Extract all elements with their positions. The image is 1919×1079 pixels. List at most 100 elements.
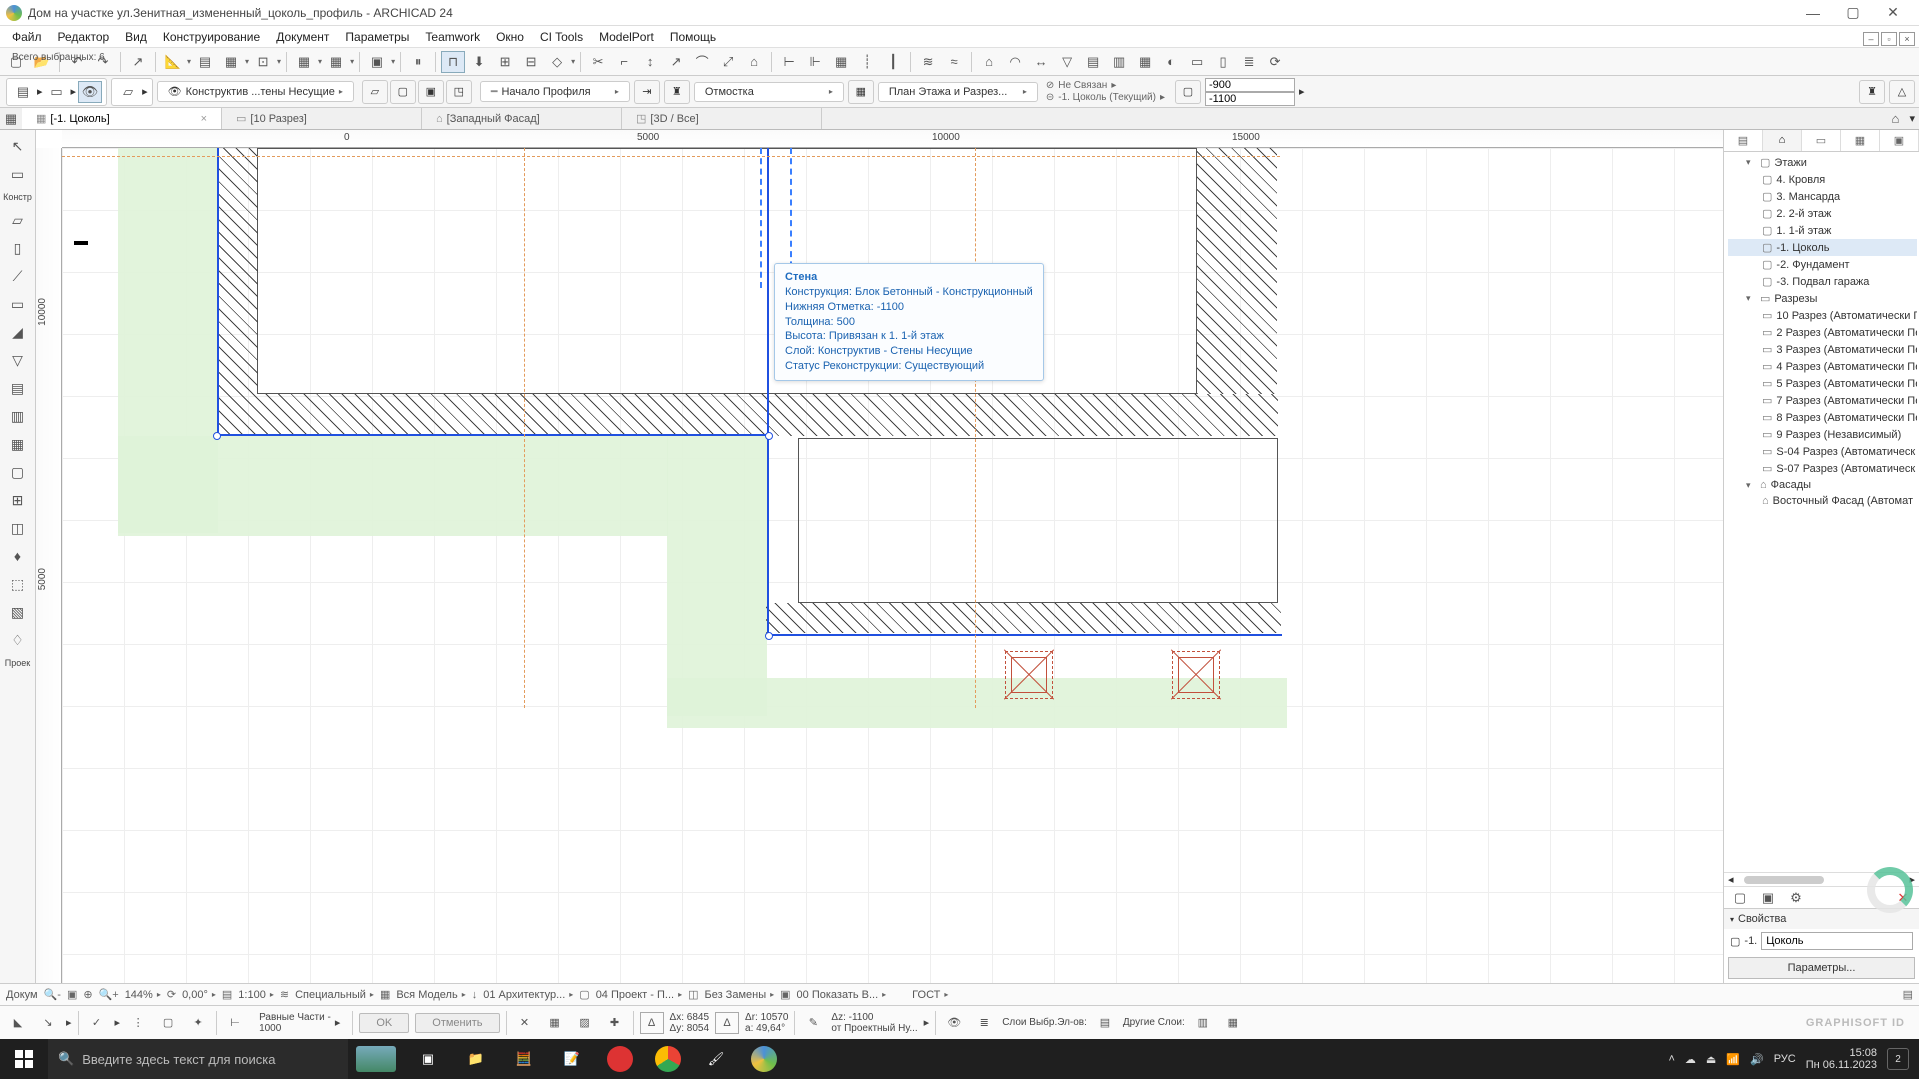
menu-document[interactable]: Документ (268, 28, 337, 46)
stack2-icon[interactable]: ▥ (1191, 1012, 1215, 1034)
tree-item[interactable]: ▭3 Разрез (Автоматически Пе (1728, 341, 1917, 358)
ref-line-icon[interactable]: ⇥ (634, 80, 660, 104)
origin-x-icon[interactable]: ✕ (513, 1012, 537, 1034)
drawing-canvas[interactable]: Стена Конструкция: Блок Бетонный - Конст… (62, 148, 1723, 983)
mdi-restore-icon[interactable]: ▫ (1881, 32, 1897, 46)
arrow-tool-icon[interactable]: ↖ (3, 133, 33, 159)
profile-start-button[interactable]: ━ Начало Профиля ▸ (480, 81, 630, 102)
anchor-icon[interactable]: ▢ (1175, 80, 1201, 104)
start-button[interactable] (0, 1039, 48, 1079)
tray-wifi-icon[interactable]: 📶 (1726, 1053, 1740, 1066)
profile-icon-group[interactable]: ▱▸ (111, 78, 153, 106)
morph-icon[interactable]: ◐ (1159, 51, 1183, 73)
parameters-button[interactable]: Параметры... (1728, 957, 1915, 979)
grid-axis-icon[interactable]: ▦ (829, 51, 853, 73)
level-icon[interactable]: ▽ (1055, 51, 1079, 73)
group-icon[interactable]: ⊞ (493, 51, 517, 73)
dim-icon[interactable]: ⊩ (803, 51, 827, 73)
nav-tab-tree-icon[interactable]: ▤ (1724, 130, 1763, 151)
model-select[interactable]: Вся Модель▸ (396, 989, 465, 1001)
explorer-icon[interactable]: 📁 (452, 1039, 500, 1079)
model-icon[interactable]: ▦ (380, 988, 390, 1001)
tree-item[interactable]: ▢-3. Подвал гаража (1728, 273, 1917, 290)
origin-grid-icon[interactable]: ▦ (543, 1012, 567, 1034)
divide-icon[interactable]: ⊢ (223, 1012, 247, 1034)
ruler-icon[interactable]: ▤ (193, 51, 217, 73)
nav-tab-pub-icon[interactable]: ▣ (1880, 130, 1919, 151)
tree-item[interactable]: ▭8 Разрез (Автоматически Пе (1728, 409, 1917, 426)
column2-icon[interactable]: ▯ (1211, 51, 1235, 73)
task-view-icon[interactable]: ▣ (404, 1039, 452, 1079)
tab-grid-icon[interactable]: ▦ (0, 108, 22, 130)
ren-select[interactable]: Без Замены▸ (704, 989, 774, 1001)
guide-icon[interactable]: ▦ (219, 51, 243, 73)
menu-options[interactable]: Параметры (337, 28, 417, 46)
taskbar-search[interactable]: 🔍 Введите здесь текст для поиска (48, 1039, 348, 1079)
show-select[interactable]: 00 Показать В...▸ (797, 989, 887, 1001)
dim2-icon[interactable]: ↔ (1029, 51, 1053, 73)
roof-icon[interactable]: ⌂ (977, 51, 1001, 73)
filter-icon[interactable]: ≋ (280, 988, 289, 1001)
poly-icon[interactable]: ◇ (545, 51, 569, 73)
tab-floorplan[interactable]: ▦ [-1. Цоколь] × (22, 108, 222, 129)
nav-settings-icon[interactable]: ⚙ (1784, 887, 1808, 909)
tree-item[interactable]: ▢3. Мансарда (1728, 188, 1917, 205)
column-symbol[interactable] (1005, 651, 1053, 699)
menu-window[interactable]: Окно (488, 28, 532, 46)
openbox-icon[interactable]: ◳ (446, 80, 472, 104)
fillet-icon[interactable]: ⌒ (690, 51, 714, 73)
chrome-icon[interactable] (644, 1039, 692, 1079)
column-symbol[interactable] (1172, 651, 1220, 699)
tab-section[interactable]: ▭ [10 Разрез] (222, 108, 422, 129)
door-tool-icon[interactable]: ▢ (3, 459, 33, 485)
edit-handle[interactable] (765, 632, 773, 640)
ok-button[interactable]: OK (359, 1013, 409, 1033)
tree-group-elevations[interactable]: ▾⌂Фасады (1728, 477, 1917, 493)
rotate-icon[interactable]: ⟳ (167, 988, 176, 1001)
dots-icon[interactable]: ⋮ (126, 1012, 150, 1034)
polar-icon[interactable]: Δ (715, 1012, 739, 1034)
menu-citools[interactable]: CI Tools (532, 28, 591, 46)
tree-item[interactable]: ▢-2. Фундамент (1728, 256, 1917, 273)
wave-icon[interactable]: ≋ (916, 51, 940, 73)
nav-save-icon[interactable]: ▣ (1756, 887, 1780, 909)
scale-icon[interactable]: ▤ (222, 988, 232, 1001)
grid-icon[interactable]: ▦ (292, 51, 316, 73)
stair-tool-icon[interactable]: ▤ (3, 375, 33, 401)
adjust-icon[interactable]: ↕ (638, 51, 662, 73)
measure-icon[interactable]: 📐 (161, 51, 185, 73)
tree-item[interactable]: ▭9 Разрез (Независимый) (1728, 426, 1917, 443)
angle-select[interactable]: 0,00°▸ (182, 989, 216, 1001)
ortho-icon[interactable]: ◣ (6, 1012, 30, 1034)
zoom-select[interactable]: 144%▸ (125, 989, 161, 1001)
intersect-icon[interactable]: ↗ (664, 51, 688, 73)
selected-wall[interactable] (767, 634, 1282, 636)
suspend-icon[interactable]: ⏸ (406, 51, 430, 73)
plan-icon[interactable]: ▦ (848, 80, 874, 104)
view-type-select[interactable]: План Этажа и Разрез... ▸ (878, 82, 1038, 102)
snap-icon[interactable]: ⊡ (251, 51, 275, 73)
canvas-area[interactable]: 0 5000 10000 15000 10000 5000 (36, 130, 1723, 983)
weather-widget[interactable] (348, 1039, 404, 1079)
box-icon[interactable]: ▢ (390, 80, 416, 104)
tree-item[interactable]: ▭10 Разрез (Автоматически П (1728, 307, 1917, 324)
roof-tool-icon[interactable]: ◢ (3, 319, 33, 345)
menu-view[interactable]: Вид (117, 28, 155, 46)
arch-select[interactable]: 01 Архитектур...▸ (483, 989, 573, 1001)
minipanel-icon[interactable]: ▤ (1903, 988, 1913, 1001)
word-icon[interactable]: 📝 (548, 1039, 596, 1079)
morph-tool-icon[interactable]: ♢ (3, 627, 33, 653)
dash-icon[interactable]: ┊ (855, 51, 879, 73)
store-icon[interactable]: 🧮 (500, 1039, 548, 1079)
graphisoft-id[interactable]: GRAPHISOFT ID (1806, 1017, 1913, 1029)
menu-teamwork[interactable]: Teamwork (417, 28, 488, 46)
origin-grid2-icon[interactable]: ▨ (573, 1012, 597, 1034)
stories-icon[interactable]: ≣ (1237, 51, 1261, 73)
std-select[interactable]: ГОСТ▸ (912, 989, 948, 1001)
menu-modelport[interactable]: ModelPort (591, 28, 662, 46)
tray-usb-icon[interactable]: ⏏ (1706, 1053, 1716, 1066)
beam-icon[interactable]: ▭ (1185, 51, 1209, 73)
sync-icon[interactable]: ⟳ (1263, 51, 1287, 73)
selected-wall[interactable] (217, 148, 219, 436)
mdi-min-icon[interactable]: – (1863, 32, 1879, 46)
